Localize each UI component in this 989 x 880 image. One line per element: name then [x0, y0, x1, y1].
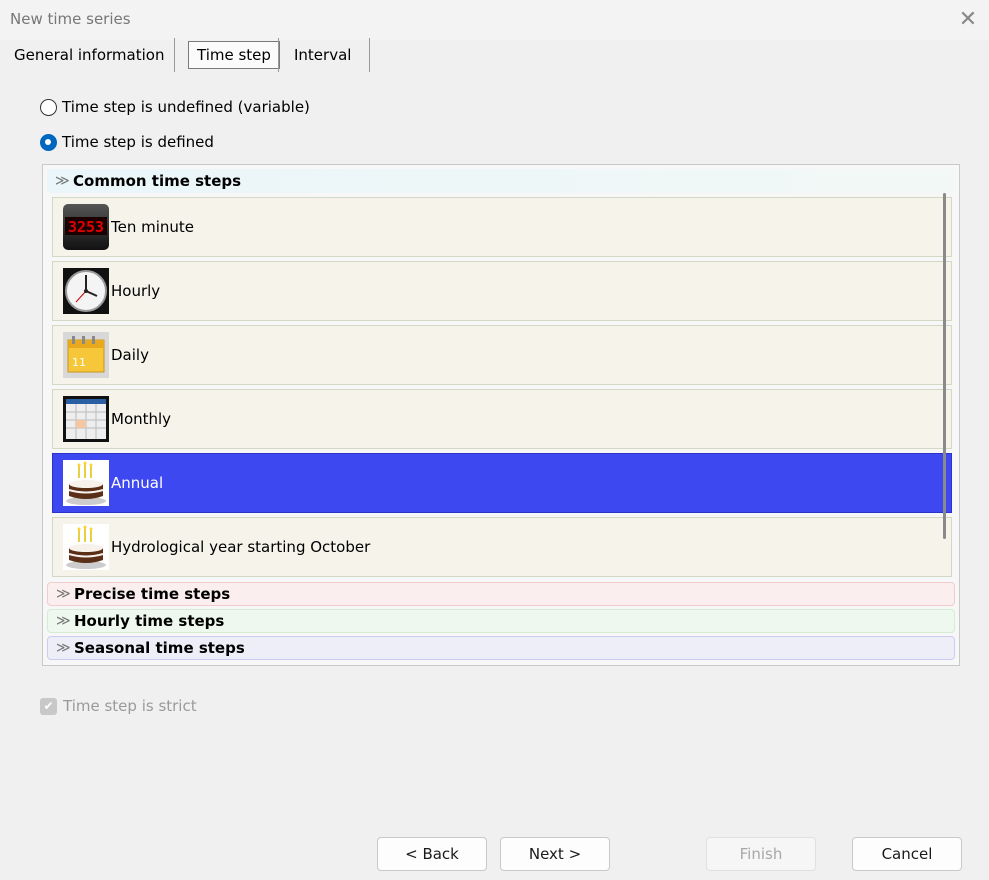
calendar-month-icon: [62, 394, 110, 444]
radio-button[interactable]: [40, 98, 57, 116]
cancel-button[interactable]: Cancel: [852, 837, 962, 871]
item-label: Monthly: [111, 410, 172, 428]
tab-time-step[interactable]: Time step: [182, 38, 288, 72]
chevron-right-icon: ≫: [56, 640, 71, 656]
group-label: Precise time steps: [74, 585, 231, 603]
tab-separator: [278, 38, 279, 72]
tab-label: Time step: [188, 41, 280, 69]
tab-general-information[interactable]: General information: [6, 38, 172, 72]
calendar-day-number: 11: [72, 356, 86, 369]
tab-separator: [369, 38, 370, 72]
scrollbar-thumb[interactable]: [943, 193, 946, 539]
item-label: Annual: [111, 474, 164, 492]
group-header-hourly-time-steps[interactable]: ≫ Hourly time steps: [47, 609, 955, 633]
item-label: Daily: [111, 346, 149, 364]
tab-separator: [174, 38, 175, 72]
tab-label: Interval: [294, 46, 352, 64]
item-label: Ten minute: [111, 218, 195, 236]
radio-time-step-defined[interactable]: Time step is defined: [40, 131, 214, 153]
tab-interval[interactable]: Interval: [286, 38, 359, 72]
new-time-series-dialog: New time series ✕ General information Ti…: [0, 0, 989, 880]
radio-label: Time step is defined: [62, 133, 214, 151]
close-button[interactable]: ✕: [951, 4, 985, 36]
finish-button: Finish: [706, 837, 816, 871]
chevron-down-icon: ≫: [55, 173, 70, 189]
list-item-hourly[interactable]: Hourly: [52, 261, 952, 321]
checkbox-time-step-strict: ✔ Time step is strict: [40, 695, 197, 717]
next-button[interactable]: Next >: [500, 837, 610, 871]
time-step-list[interactable]: ≫ Common time steps 3253 Ten minute Hour…: [42, 164, 960, 666]
list-item-hydrological-year-october[interactable]: Hydrological year starting October: [52, 517, 952, 577]
radio-button-selected[interactable]: [40, 133, 57, 151]
list-scrollbar[interactable]: [930, 168, 958, 664]
birthday-cake-icon: [62, 458, 110, 508]
item-label: Hydrological year starting October: [111, 538, 371, 556]
calendar-day-icon: 11: [62, 330, 110, 380]
radio-time-step-undefined[interactable]: Time step is undefined (variable): [40, 96, 310, 118]
list-item-monthly[interactable]: Monthly: [52, 389, 952, 449]
list-item-daily[interactable]: 11 Daily: [52, 325, 952, 385]
group-label: Seasonal time steps: [74, 639, 245, 657]
digital-clock-digits: 3253: [68, 218, 104, 236]
back-button[interactable]: < Back: [377, 837, 487, 871]
window-title: New time series: [10, 10, 131, 28]
title-bar: New time series ✕: [0, 0, 989, 40]
checkbox-label: Time step is strict: [63, 697, 197, 715]
tab-strip: General information Time step Interval: [0, 38, 989, 72]
item-label: Hourly: [111, 282, 161, 300]
group-label: Common time steps: [73, 172, 242, 190]
list-item-annual[interactable]: Annual: [52, 453, 952, 513]
clock-icon: [62, 266, 110, 316]
list-item-ten-minute[interactable]: 3253 Ten minute: [52, 197, 952, 257]
group-label: Hourly time steps: [74, 612, 225, 630]
chevron-right-icon: ≫: [56, 586, 71, 602]
group-header-seasonal-time-steps[interactable]: ≫ Seasonal time steps: [47, 636, 955, 660]
tab-label: General information: [14, 46, 165, 64]
digital-clock-icon: 3253: [62, 202, 110, 252]
group-header-precise-time-steps[interactable]: ≫ Precise time steps: [47, 582, 955, 606]
radio-label: Time step is undefined (variable): [62, 98, 310, 116]
birthday-cake-icon: [62, 522, 110, 572]
group-header-common-time-steps[interactable]: ≫ Common time steps: [47, 169, 955, 193]
close-icon: ✕: [958, 7, 978, 32]
chevron-right-icon: ≫: [56, 613, 71, 629]
checkmark-icon: ✔: [40, 697, 57, 715]
